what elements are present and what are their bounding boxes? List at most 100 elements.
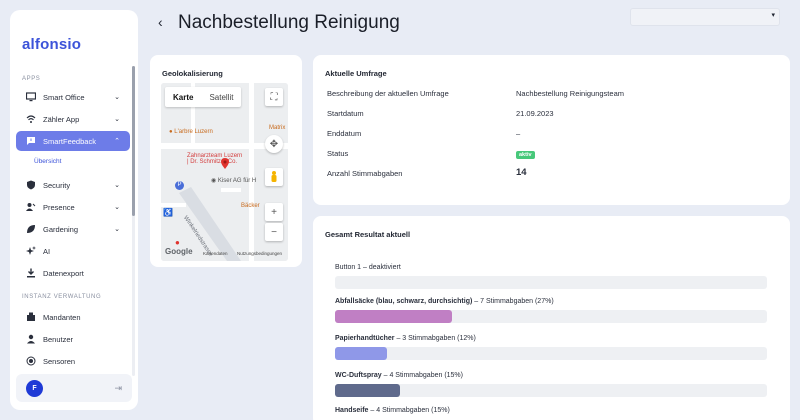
zoom-in-button[interactable]: + xyxy=(265,203,283,221)
sidebar: alfonsio APPS Smart Office ⌄ Zähler App … xyxy=(10,10,138,410)
survey-label: Anzahl Stimmabgaben xyxy=(327,169,403,178)
result-option-name: Handseife xyxy=(335,407,369,414)
pegman-button[interactable] xyxy=(265,168,283,186)
results-title: Gesamt Resultat aktuell xyxy=(325,230,411,239)
sidebar-item-label: Presence xyxy=(43,202,75,212)
avatar[interactable]: F xyxy=(26,379,43,397)
status-badge: aktiv xyxy=(516,151,535,159)
pegman-icon xyxy=(271,171,277,182)
sidebar-scrollbar[interactable] xyxy=(132,66,135,216)
page-title: Nachbestellung Reinigung xyxy=(178,12,400,33)
chevron-down-icon: ⌄ xyxy=(114,204,120,211)
user-icon xyxy=(26,334,36,344)
sidebar-item-label: Security xyxy=(43,180,71,190)
geolocation-title: Geolokalisierung xyxy=(162,69,223,78)
map-label-kiser[interactable]: ◉ Kiser AG für H xyxy=(211,177,256,184)
sidebar-item-mandanten[interactable]: Mandanten xyxy=(16,307,130,327)
map-label-zahnarzt[interactable]: Zahnarzteam Luzern | Dr. Schmitz + Co. xyxy=(187,153,242,165)
map-label-matrix[interactable]: Matrix xyxy=(269,125,285,131)
download-icon xyxy=(26,268,36,278)
result-option-name: Button 1 – deaktiviert xyxy=(335,264,401,271)
sidebar-item-smart-office[interactable]: Smart Office ⌄ xyxy=(16,87,130,107)
survey-value: Nachbestellung Reinigungsteam xyxy=(516,89,624,98)
result-bar-track xyxy=(335,384,767,397)
result-bar-fill xyxy=(335,347,387,360)
top-select[interactable]: ▾ xyxy=(630,8,780,26)
sidebar-item-label: Smart Office xyxy=(43,92,85,102)
user-bar: F ⇥ xyxy=(16,374,132,402)
terms-link[interactable]: Nutzungsbedingungen xyxy=(237,251,282,256)
result-label: Abfallsäcke (blau, schwarz, durchsichtig… xyxy=(335,298,554,305)
feedback-icon xyxy=(26,136,36,146)
parking-icon[interactable]: P xyxy=(175,181,184,190)
sidebar-item-zaehler-app[interactable]: Zähler App ⌄ xyxy=(16,109,130,129)
sidebar-item-gardening[interactable]: Gardening ⌄ xyxy=(16,219,130,239)
chevron-down-icon: ⌄ xyxy=(114,94,120,101)
apps-section-label: APPS xyxy=(22,76,41,82)
vote-count: 14 xyxy=(516,167,527,178)
logout-icon[interactable]: ⇥ xyxy=(114,383,122,394)
tab-map[interactable]: Karte xyxy=(165,87,201,107)
sidebar-item-sensoren[interactable]: Sensoren xyxy=(16,351,130,371)
fullscreen-button[interactable]: ⛶ xyxy=(265,88,283,106)
sidebar-item-label: Zähler App xyxy=(43,114,80,124)
building-icon xyxy=(26,312,36,322)
compass-button[interactable]: ✥ xyxy=(265,135,283,153)
zoom-out-button[interactable]: − xyxy=(265,223,283,241)
survey-label: Startdatum xyxy=(327,109,364,118)
map-label-text: | Dr. Schmitz + Co. xyxy=(187,159,238,165)
tab-satellite[interactable]: Satellit xyxy=(201,87,241,107)
survey-card: Aktuelle Umfrage Beschreibung der aktuel… xyxy=(313,55,790,205)
location-pin-icon[interactable] xyxy=(221,156,229,169)
result-vote-summary: – 3 Stimmabgaben (12%) xyxy=(394,335,476,342)
survey-label: Enddatum xyxy=(327,129,362,138)
chevron-down-icon: ⌄ xyxy=(114,226,120,233)
google-logo: Google xyxy=(165,247,193,256)
survey-value: 21.09.2023 xyxy=(516,109,554,118)
survey-value: – xyxy=(516,129,521,138)
sidebar-item-label: Mandanten xyxy=(43,312,81,322)
map-label-text: L'arbre Luzern xyxy=(174,129,213,135)
sidebar-item-ai[interactable]: AI xyxy=(16,241,130,261)
map-label-baecker[interactable]: Bäcker xyxy=(241,203,260,209)
sidebar-item-smartfeedback[interactable]: SmartFeedback ⌃ xyxy=(16,131,130,151)
result-label: WC-Duftspray – 4 Stimmabgaben (15%) xyxy=(335,372,463,379)
survey-label: Status xyxy=(327,149,349,158)
result-vote-summary: – 7 Stimmabgaben (27%) xyxy=(472,298,554,305)
sidebar-item-label: Datenexport xyxy=(43,268,84,278)
results-card: Gesamt Resultat aktuell Button 1 – deakt… xyxy=(313,216,790,420)
chevron-down-icon: ▾ xyxy=(771,12,775,19)
sensor-icon xyxy=(26,356,36,366)
map[interactable]: Karte Satellit ⛶ ✥ + − ● L'arbre Luzern … xyxy=(161,83,288,261)
map-label-arbre[interactable]: ● L'arbre Luzern xyxy=(169,129,213,135)
sidebar-item-datenexport[interactable]: Datenexport xyxy=(16,263,130,283)
result-bar-fill xyxy=(335,384,400,397)
chevron-up-icon: ⌃ xyxy=(114,138,120,145)
poi-pin-icon[interactable]: ● xyxy=(175,238,180,247)
shield-icon xyxy=(26,180,36,190)
back-icon[interactable]: ‹ xyxy=(158,14,163,30)
result-bar-fill xyxy=(335,310,452,323)
restaurant-pin-icon: ● xyxy=(169,129,173,135)
sidebar-item-benutzer[interactable]: Benutzer xyxy=(16,329,130,349)
result-vote-summary: – 4 Stimmabgaben (15%) xyxy=(368,407,450,414)
map-data-link[interactable]: Kartendaten xyxy=(203,251,228,256)
sidebar-item-label: AI xyxy=(43,246,51,256)
accessibility-icon[interactable]: ♿ xyxy=(163,208,173,217)
geolocation-card: Geolokalisierung Karte Satellit ⛶ ✥ + − … xyxy=(150,55,302,267)
alfonsio-logo[interactable]: alfonsio xyxy=(22,36,81,53)
sidebar-item-presence[interactable]: Presence ⌄ xyxy=(16,197,130,217)
presence-icon xyxy=(26,202,36,212)
instanz-section-label: INSTANZ VERWALTUNG xyxy=(22,294,102,300)
sidebar-subitem-uebersicht[interactable]: Übersicht xyxy=(34,158,61,165)
sidebar-item-label: Sensoren xyxy=(43,356,76,366)
sparkle-icon xyxy=(26,246,36,256)
sidebar-item-security[interactable]: Security ⌄ xyxy=(16,175,130,195)
chevron-down-icon: ⌄ xyxy=(114,116,120,123)
chevron-down-icon: ⌄ xyxy=(114,182,120,189)
map-type-tabs: Karte Satellit xyxy=(165,87,242,107)
result-label: Handseife – 4 Stimmabgaben (15%) xyxy=(335,407,450,414)
survey-label: Beschreibung der aktuellen Umfrage xyxy=(327,89,449,98)
result-bar-track xyxy=(335,276,767,289)
status-badge-wrap: aktiv xyxy=(516,149,535,159)
